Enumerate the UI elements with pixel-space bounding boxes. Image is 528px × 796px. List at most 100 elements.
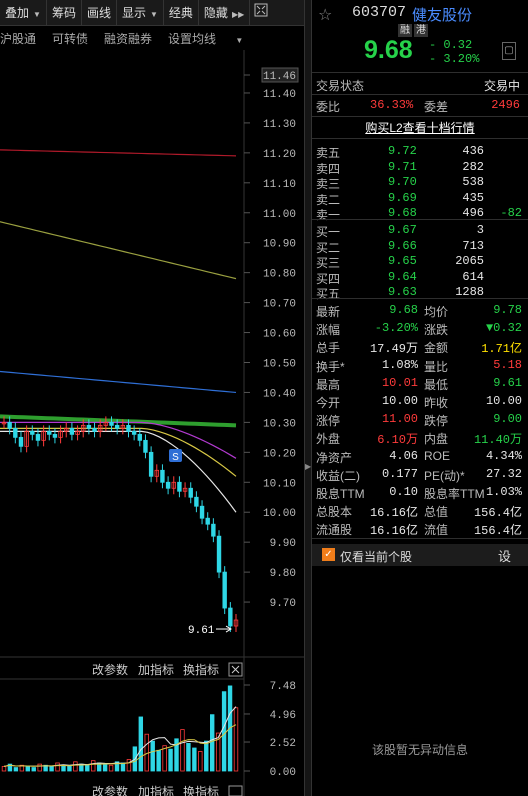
volume-bar: [108, 764, 114, 772]
panel-splitter[interactable]: ▶: [304, 0, 312, 796]
candle-body: [165, 481, 171, 489]
stat-label: 净资产: [316, 450, 353, 465]
price-axis-label: 11.30: [263, 119, 296, 131]
stat-value: 17.49万: [369, 342, 418, 357]
stats-row: 最高 10.01 最低 9.61: [312, 374, 528, 392]
price-chart[interactable]: 11.46 11.40 11.30 11.20 11.10 11.00 10.90 10.80…: [0, 50, 304, 796]
toolbar-overlay-button[interactable]: 叠加 ▼: [0, 0, 47, 26]
volume-bar: [102, 763, 108, 772]
volume-bar: [210, 714, 215, 772]
volume-bar: [31, 767, 36, 772]
buy-l2-link[interactable]: 购买L2查看十档行情: [312, 119, 528, 136]
candle-body: [7, 421, 12, 429]
chevron-down-icon: ▼: [149, 9, 158, 19]
ask-price: 9.71: [388, 159, 417, 174]
volume-bar: [126, 759, 132, 772]
volume-bar: [162, 745, 167, 772]
volume-bar: [85, 764, 90, 772]
edit-params-button-bottom[interactable]: 改参数: [92, 784, 128, 796]
close-icon[interactable]: [228, 785, 243, 796]
toolbar-draw-label: 画线: [86, 5, 111, 20]
volume-bar: [186, 743, 191, 772]
settings-button[interactable]: 设: [498, 546, 511, 565]
toolbar-hide-button[interactable]: 隐藏 ▶▶: [199, 0, 251, 26]
candle-body: [13, 427, 18, 438]
stat-label: ROE: [424, 448, 451, 463]
ask-volume: 538: [462, 175, 484, 189]
stats-row: 换手* 1.08% 量比 5.18: [312, 356, 528, 374]
order-ratio-row: 委比 36.33% 委差 2496: [312, 96, 528, 114]
moving-average-line: [0, 414, 237, 428]
toolbar-classic-button[interactable]: 经典: [164, 0, 199, 26]
change-indicator-button-bottom[interactable]: 换指标: [183, 784, 219, 796]
stock-name[interactable]: 健友股份: [412, 4, 472, 25]
stat-value: 156.4亿: [473, 524, 522, 539]
current-stock-checkbox[interactable]: ✓: [322, 548, 335, 561]
panel-menu-button[interactable]: ▢: [502, 42, 516, 60]
ask-volume: 436: [462, 144, 484, 158]
set-ma-dropdown[interactable]: 设置均线 ▼: [168, 30, 259, 47]
candle-body: [143, 439, 148, 453]
price-axis-label: 9.80: [270, 568, 296, 580]
volume-axis-label: 4.96: [270, 710, 296, 722]
trade-status-value: 交易中: [483, 79, 520, 93]
stat-label: 今开: [316, 396, 341, 410]
edit-params-button[interactable]: 改参数: [92, 662, 128, 677]
price-axis-label: 10.60: [263, 329, 296, 341]
close-icon-glyph: [231, 665, 240, 674]
expand-button[interactable]: [250, 0, 272, 26]
price-axis-label: 10.30: [263, 418, 296, 430]
moving-average-line: [0, 430, 237, 513]
add-indicator-button-bottom[interactable]: 加指标: [138, 784, 174, 796]
volume-bar: [67, 766, 72, 772]
volume-bar: [73, 761, 78, 772]
price-axis-label: 10.00: [263, 508, 296, 520]
volume-bar: [37, 763, 42, 772]
current-price: 9.68: [364, 36, 413, 64]
stat-value: 16.16亿: [369, 506, 418, 521]
change-indicator-button[interactable]: 换指标: [183, 662, 219, 677]
current-stock-label[interactable]: 仅看当前个股: [340, 548, 412, 565]
volume-ma-line: [3, 724, 237, 767]
candle-body: [188, 487, 193, 498]
shanghai-connect-link[interactable]: 沪股通: [0, 30, 36, 47]
convertible-bond-link[interactable]: 可转债: [52, 30, 88, 47]
stats-row: 今开 10.00 昨收 10.00: [312, 392, 528, 410]
volume-bar: [49, 766, 54, 772]
price-axis-label: 10.10: [263, 478, 296, 490]
stat-label: 涨幅: [316, 323, 341, 338]
stats-row: 收益(二) 0.177 PE(动)* 27.32: [312, 465, 528, 483]
bid-price: 9.65: [388, 254, 417, 268]
stats-row: 涨停 11.00 跌停 9.00: [312, 410, 528, 428]
stat-label: 外盘: [316, 432, 341, 447]
volume-bar: [156, 749, 161, 772]
volume-bar: [91, 760, 96, 772]
bid-volume: 2065: [455, 254, 484, 268]
candle-body: [86, 424, 92, 429]
toolbar-draw-button[interactable]: 画线: [82, 0, 117, 26]
stat-value: ▼0.32: [485, 321, 522, 336]
set-ma-label: 设置均线: [168, 31, 217, 46]
candle-body: [160, 469, 165, 483]
toolbar-chips-button[interactable]: 筹码: [47, 0, 82, 26]
stock-code: 603707: [352, 4, 407, 21]
stat-label: 涨跌: [424, 323, 449, 338]
stat-value: 1.03%: [485, 485, 522, 499]
add-indicator-button[interactable]: 加指标: [138, 662, 174, 677]
stat-label: 最低: [424, 377, 449, 392]
divider: [312, 538, 528, 539]
volume-ma-line: [3, 706, 237, 767]
collapse-arrow-icon[interactable]: ▶: [305, 462, 311, 471]
volume-bar: [233, 707, 239, 772]
toolbar-display-button[interactable]: 显示 ▼: [117, 0, 164, 26]
price-axis-label: 11.20: [263, 149, 296, 161]
ask-volume: 435: [462, 190, 484, 205]
price-axis-label: 10.80: [263, 269, 296, 281]
divider: [312, 219, 528, 220]
price-axis-label: 10.70: [263, 299, 296, 311]
favorite-icon[interactable]: ☆: [318, 5, 332, 25]
volume-bar: [25, 766, 30, 772]
volume-bar: [204, 740, 209, 772]
margin-trading-link[interactable]: 融资融券: [104, 30, 152, 47]
stat-label: 换手*: [316, 359, 345, 374]
